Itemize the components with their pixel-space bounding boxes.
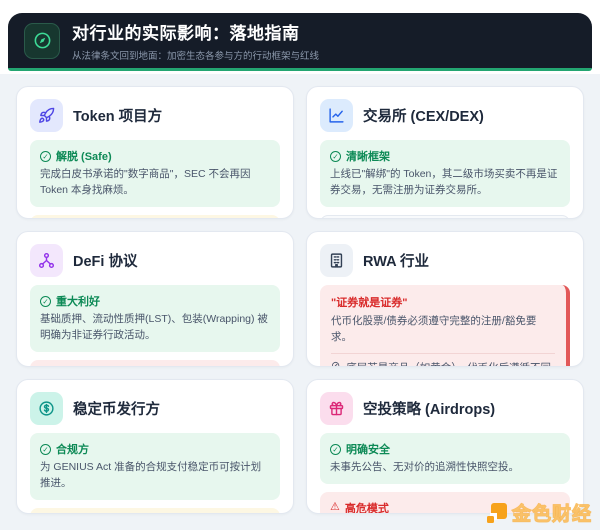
highlight-note: 底层若是商品（如黄金），代币化后遵循不同监管路径。 bbox=[346, 361, 555, 368]
rocket-icon bbox=[30, 99, 63, 132]
highlight-title: "证券就是证券" bbox=[331, 294, 555, 310]
card-header: 交易所 (CEX/DEX) bbox=[320, 99, 570, 132]
safe-section: 解脱 (Safe) 完成白皮书承诺的"数字商品"，SEC 不会再因 Token … bbox=[30, 140, 280, 207]
content-area: Token 项目方 解脱 (Safe) 完成白皮书承诺的"数字商品"，SEC 不… bbox=[0, 74, 600, 530]
card-title: 交易所 (CEX/DEX) bbox=[363, 105, 484, 126]
section-title: 合规方 bbox=[56, 441, 89, 457]
section-title-row: 清晰框架 bbox=[330, 148, 560, 164]
section-title: 高危模式 bbox=[345, 500, 389, 514]
safe-section: 清晰框架 上线已"解绑"的 Token，其二级市场买卖不再是证券交易，无需注册为… bbox=[320, 140, 570, 207]
highlight-note-row: 底层若是商品（如黄金），代币化后遵循不同监管路径。 bbox=[331, 361, 555, 368]
line-chart-icon bbox=[320, 99, 353, 132]
check-circle-icon bbox=[40, 444, 51, 455]
card-title: 稳定币发行方 bbox=[73, 398, 160, 419]
compass-icon bbox=[24, 23, 60, 59]
network-icon bbox=[30, 244, 63, 277]
card-stablecoin-issuers: 稳定币发行方 合规方 为 GENIUS Act 准备的合规支付稳定币可按计划推进… bbox=[16, 379, 294, 514]
gift-icon bbox=[320, 392, 353, 425]
danger-section: 越界红线 自行决定质押策略（何时/多少）或保证固定收益，即落入证券管辖。 bbox=[30, 360, 280, 368]
card-title: 空投策略 (Airdrops) bbox=[363, 398, 495, 419]
building-icon bbox=[320, 244, 353, 277]
section-title: 清晰框架 bbox=[346, 148, 390, 164]
section-title: 明确安全 bbox=[346, 441, 390, 457]
divider bbox=[331, 353, 555, 354]
safe-section: 重大利好 基础质押、流动性质押(LST)、包装(Wrapping) 被明确为非证… bbox=[30, 285, 280, 352]
card-header: Token 项目方 bbox=[30, 99, 280, 132]
header-bar: 对行业的实际影响：落地指南 从法律条文回到地面：加密生态各参与方的行动框架与红线 bbox=[8, 13, 592, 71]
card-header: 空投策略 (Airdrops) bbox=[320, 392, 570, 425]
section-body: 为 GENIUS Act 准备的合规支付稳定币可按计划推进。 bbox=[40, 460, 270, 492]
card-rwa-industry: RWA 行业 "证券就是证券" 代币化股票/债券必须遵守完整的注册/豁免要求。 … bbox=[306, 231, 584, 367]
card-header: DeFi 协议 bbox=[30, 244, 280, 277]
risk-section: 风险 (Risk) 附带未来开发承诺的 ICO / Token Sale 仍需注… bbox=[30, 215, 280, 220]
header-text: 对行业的实际影响：落地指南 从法律条文回到地面：加密生态各参与方的行动框架与红线 bbox=[72, 19, 319, 62]
section-body: 上线已"解绑"的 Token，其二级市场买卖不再是证券交易，无需注册为证券交易所… bbox=[330, 167, 560, 199]
page-subtitle: 从法律条文回到地面：加密生态各参与方的行动框架与红线 bbox=[72, 48, 319, 62]
card-airdrops: 空投策略 (Airdrops) 明确安全 未事先公告、无对价的追溯性快照空投。 … bbox=[306, 379, 584, 514]
section-title-row: 高危模式 bbox=[330, 500, 560, 514]
section-title: 重大利好 bbox=[56, 293, 100, 309]
card-token-issuers: Token 项目方 解脱 (Safe) 完成白皮书承诺的"数字商品"，SEC 不… bbox=[16, 86, 294, 219]
check-circle-icon bbox=[330, 444, 341, 455]
section-title: 解脱 (Safe) bbox=[56, 148, 112, 164]
card-exchanges: 交易所 (CEX/DEX) 清晰框架 上线已"解绑"的 Token，其二级市场买… bbox=[306, 86, 584, 219]
section-title-row: 合规方 bbox=[40, 441, 270, 457]
card-title: RWA 行业 bbox=[363, 250, 429, 271]
check-circle-icon bbox=[330, 151, 341, 162]
cards-grid: Token 项目方 解脱 (Safe) 完成白皮书承诺的"数字商品"，SEC 不… bbox=[16, 86, 584, 514]
warning-icon bbox=[330, 502, 340, 513]
risk-section: 风险方 不合规、支付生息收益的稳定币仍面临被定性为证券的风险。 bbox=[30, 508, 280, 515]
highlight-section: "证券就是证券" 代币化股票/债券必须遵守完整的注册/豁免要求。 底层若是商品（… bbox=[320, 285, 570, 367]
check-circle-icon bbox=[40, 296, 51, 307]
dollar-coin-icon bbox=[30, 392, 63, 425]
circle-slash-icon bbox=[331, 361, 340, 368]
section-title-row: 解脱 (Safe) bbox=[40, 148, 270, 164]
danger-section: 高危模式 "做任务换空投"可能构成证券交易，因接收者执行任务属于提供了"对价"服… bbox=[320, 492, 570, 514]
note-section: 注意事项 判断是否解绑，仍需做 Case-by-case 的法律分析。 bbox=[320, 215, 570, 220]
safe-section: 明确安全 未事先公告、无对价的追溯性快照空投。 bbox=[320, 433, 570, 484]
safe-section: 合规方 为 GENIUS Act 准备的合规支付稳定币可按计划推进。 bbox=[30, 433, 280, 500]
card-header: 稳定币发行方 bbox=[30, 392, 280, 425]
card-title: DeFi 协议 bbox=[73, 250, 137, 271]
section-body: 完成白皮书承诺的"数字商品"，SEC 不会再因 Token 本身找麻烦。 bbox=[40, 167, 270, 199]
check-circle-icon bbox=[40, 151, 51, 162]
card-title: Token 项目方 bbox=[73, 105, 162, 126]
section-title-row: 明确安全 bbox=[330, 441, 560, 457]
page-title: 对行业的实际影响：落地指南 bbox=[72, 19, 319, 44]
section-body: 未事先公告、无对价的追溯性快照空投。 bbox=[330, 460, 560, 476]
section-title-row: 重大利好 bbox=[40, 293, 270, 309]
card-header: RWA 行业 bbox=[320, 244, 570, 277]
highlight-body: 代币化股票/债券必须遵守完整的注册/豁免要求。 bbox=[331, 314, 555, 346]
section-body: 基础质押、流动性质押(LST)、包装(Wrapping) 被明确为非证券行政活动… bbox=[40, 312, 270, 344]
card-defi-protocols: DeFi 协议 重大利好 基础质押、流动性质押(LST)、包装(Wrapping… bbox=[16, 231, 294, 367]
